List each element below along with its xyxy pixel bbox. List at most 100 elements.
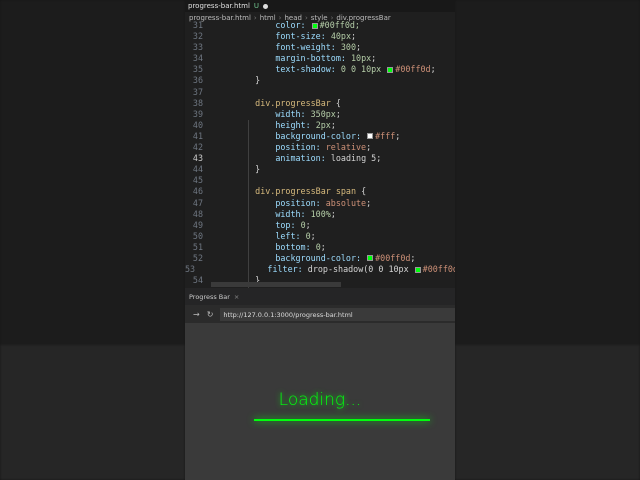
- code-line: 33 font-weight: 300;: [185, 42, 455, 53]
- line-number: 43: [192, 153, 203, 164]
- line-number: 53: [185, 264, 196, 275]
- line-number: 33: [192, 42, 203, 53]
- line-text: text-shadow: 0 0 10px #00ff0d;: [207, 64, 435, 75]
- indent-guide: [248, 120, 249, 288]
- code-token: filter:: [227, 264, 308, 275]
- code-editor[interactable]: 31 color: #00ff0d; 32 font-size: 40px; 33 …: [185, 20, 455, 288]
- git-status: U: [253, 2, 260, 10]
- code-line: 45: [185, 175, 455, 186]
- line-text: background-color: #fff;: [207, 131, 400, 142]
- code-line: 46 div.progressBar span {: [185, 186, 455, 197]
- code-line: 52 background-color: #00ff0d;: [185, 253, 455, 264]
- code-line: 51 bottom: 0;: [185, 242, 455, 253]
- line-text: background-color: #00ff0d;: [207, 253, 415, 264]
- editor-tab[interactable]: progress-bar.html U: [185, 0, 455, 12]
- screen: progress-bar.html U progress-bar.html › ht…: [185, 0, 455, 480]
- forward-icon[interactable]: →: [193, 310, 200, 319]
- code-token: 2px: [315, 119, 331, 130]
- code-token: 100%: [310, 208, 331, 219]
- color-swatch-icon[interactable]: [367, 133, 374, 140]
- code-token: div.progressBar span: [235, 186, 362, 197]
- loading-text: Loading...: [278, 390, 362, 410]
- close-icon[interactable]: ×: [234, 293, 239, 301]
- code-line: 41 background-color: #fff;: [185, 131, 455, 142]
- color-swatch-icon[interactable]: [414, 266, 421, 273]
- reload-icon[interactable]: ↻: [207, 310, 214, 319]
- code-line: 40 height: 2px;: [185, 120, 455, 131]
- line-number: 32: [192, 31, 203, 42]
- code-token: left:: [235, 230, 306, 241]
- line-text: width: 350px;: [207, 109, 341, 120]
- code-token: ;: [305, 219, 311, 230]
- code-token: 300: [340, 42, 357, 53]
- line-text: filter: drop-shadow(0 0 10px #00ff0d): [199, 264, 455, 275]
- code-token: width:: [235, 208, 311, 219]
- unsaved-dot-icon: [263, 3, 269, 9]
- code-token: loading 5;: [330, 153, 382, 164]
- code-token: background-color:: [235, 252, 367, 263]
- url-bar[interactable]: http://127.0.0.1:3000/progress-bar.html: [220, 307, 455, 321]
- color-swatch-icon[interactable]: [311, 22, 318, 29]
- code-token: margin-bottom:: [235, 53, 351, 64]
- code-token: background-color:: [235, 130, 367, 141]
- code-token: top:: [235, 219, 301, 230]
- blurred-background-right: [455, 0, 640, 480]
- code-token: 350px: [310, 108, 336, 119]
- code-token: ;: [366, 197, 372, 208]
- code-line: 39 width: 350px;: [185, 109, 455, 120]
- line-number: 35: [192, 64, 203, 75]
- line-text: height: 2px;: [207, 120, 336, 131]
- code-line: 36 }: [185, 75, 455, 86]
- code-token: div.progressBar: [235, 97, 336, 108]
- code-token: ;: [395, 130, 401, 141]
- code-token: absolute: [325, 197, 367, 208]
- line-text: margin-bottom: 10px;: [207, 53, 376, 64]
- line-number: 45: [192, 175, 203, 186]
- code-token: #00ff0d: [375, 252, 411, 263]
- code-token: font-size:: [235, 31, 331, 42]
- progress-bar: [254, 419, 430, 421]
- code-token: }: [235, 75, 261, 86]
- code-token: ;: [330, 208, 336, 219]
- horizontal-scrollbar[interactable]: [211, 282, 341, 287]
- progress-fill: [254, 419, 430, 421]
- code-token: relative: [325, 142, 367, 153]
- line-number: 40: [192, 119, 203, 130]
- line-number: 52: [192, 252, 203, 263]
- line-text: [207, 87, 235, 98]
- line-number: 34: [192, 53, 203, 64]
- code-line: 32 font-size: 40px;: [185, 31, 455, 42]
- line-number: 37: [192, 86, 203, 97]
- line-number: 42: [192, 142, 203, 153]
- color-swatch-icon[interactable]: [387, 66, 394, 73]
- line-text: animation: loading 5;: [207, 153, 381, 164]
- line-number: 31: [192, 20, 203, 30]
- line-number: 48: [192, 208, 203, 219]
- line-number: 47: [192, 197, 203, 208]
- color-swatch-icon[interactable]: [367, 255, 374, 262]
- code-token: #fff: [375, 130, 396, 141]
- line-number: 36: [192, 75, 203, 86]
- line-number: 51: [192, 241, 203, 252]
- code-token: ;: [371, 53, 377, 64]
- line-text: top: 0;: [207, 219, 311, 231]
- code-token: ;: [350, 31, 357, 42]
- code-token: #00ff0d): [422, 264, 455, 275]
- line-text: div.progressBar {: [207, 98, 341, 109]
- code-token: {: [335, 97, 341, 108]
- code-line: 38 div.progressBar {: [185, 98, 455, 109]
- line-text: font-size: 40px;: [207, 31, 356, 42]
- code-token: width:: [235, 108, 311, 119]
- line-number: 46: [192, 186, 203, 197]
- code-line: 43 animation: loading 5;: [185, 153, 455, 164]
- code-line: 53 filter: drop-shadow(0 0 10px #00ff0d): [185, 264, 455, 275]
- code-token: {: [361, 186, 367, 197]
- blurred-background-left: [0, 0, 185, 480]
- code-token: ;: [310, 230, 316, 241]
- line-text: color: #00ff0d;: [207, 20, 360, 31]
- code-line: 37: [185, 87, 455, 98]
- browser-tab-title: Progress Bar: [189, 293, 230, 301]
- code-token: ;: [335, 108, 341, 119]
- code-token: ;: [356, 42, 362, 53]
- browser-tab[interactable]: Progress Bar ×: [185, 288, 455, 305]
